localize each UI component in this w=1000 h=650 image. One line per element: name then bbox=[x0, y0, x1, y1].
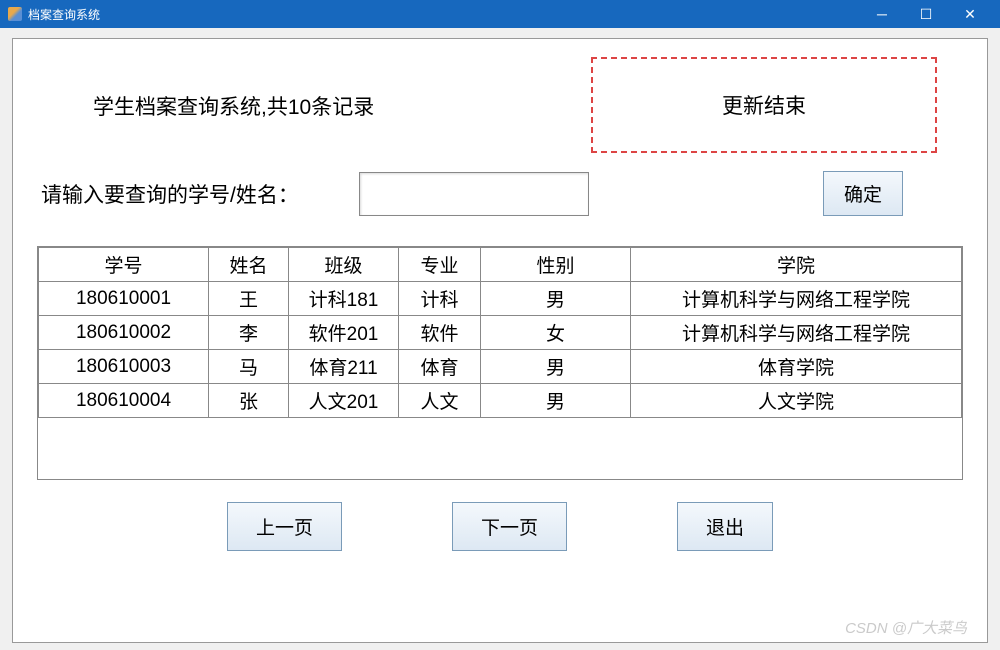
col-gender[interactable]: 性别 bbox=[481, 248, 631, 282]
table-cell: 软件201 bbox=[289, 316, 399, 350]
col-college[interactable]: 学院 bbox=[631, 248, 962, 282]
maximize-button[interactable]: ☐ bbox=[904, 0, 948, 28]
table-cell: 李 bbox=[209, 316, 289, 350]
window-title: 档案查询系统 bbox=[28, 6, 100, 23]
table-cell: 体育 bbox=[399, 350, 481, 384]
table-cell: 180610003 bbox=[39, 350, 209, 384]
table-cell: 计科 bbox=[399, 282, 481, 316]
confirm-button[interactable]: 确定 bbox=[823, 171, 903, 216]
table-cell: 人文学院 bbox=[631, 384, 962, 418]
watermark: CSDN @广大菜鸟 bbox=[845, 617, 967, 638]
table-cell: 男 bbox=[481, 384, 631, 418]
table-cell: 180610001 bbox=[39, 282, 209, 316]
window-controls: ─ ☐ ✕ bbox=[860, 0, 992, 28]
col-id[interactable]: 学号 bbox=[39, 248, 209, 282]
page-title: 学生档案查询系统,共10条记录 bbox=[37, 59, 374, 121]
table-cell: 体育学院 bbox=[631, 350, 962, 384]
col-class[interactable]: 班级 bbox=[289, 248, 399, 282]
minimize-button[interactable]: ─ bbox=[860, 0, 904, 28]
table-cell: 180610002 bbox=[39, 316, 209, 350]
table-row[interactable]: 180610002李软件201软件女计算机科学与网络工程学院 bbox=[39, 316, 962, 350]
status-text: 更新结束 bbox=[722, 90, 806, 120]
table-cell: 180610004 bbox=[39, 384, 209, 418]
table-cell: 男 bbox=[481, 350, 631, 384]
table-cell: 人文201 bbox=[289, 384, 399, 418]
exit-button[interactable]: 退出 bbox=[677, 502, 773, 551]
table-cell: 体育211 bbox=[289, 350, 399, 384]
col-major[interactable]: 专业 bbox=[399, 248, 481, 282]
search-label: 请输入要查询的学号/姓名： bbox=[37, 179, 299, 209]
prev-page-button[interactable]: 上一页 bbox=[227, 502, 342, 551]
table-cell: 人文 bbox=[399, 384, 481, 418]
close-button[interactable]: ✕ bbox=[948, 0, 992, 28]
table-row[interactable]: 180610001王计科181计科男计算机科学与网络工程学院 bbox=[39, 282, 962, 316]
table-cell: 软件 bbox=[399, 316, 481, 350]
window-titlebar: 档案查询系统 ─ ☐ ✕ bbox=[0, 0, 1000, 28]
table-cell: 王 bbox=[209, 282, 289, 316]
table-header-row: 学号 姓名 班级 专业 性别 学院 bbox=[39, 248, 962, 282]
table-row[interactable]: 180610004张人文201人文男人文学院 bbox=[39, 384, 962, 418]
table-cell: 计算机科学与网络工程学院 bbox=[631, 316, 962, 350]
table-row[interactable]: 180610003马体育211体育男体育学院 bbox=[39, 350, 962, 384]
search-input[interactable] bbox=[359, 172, 589, 216]
results-table-container[interactable]: 学号 姓名 班级 专业 性别 学院 180610001王计科181计科男计算机科… bbox=[37, 246, 963, 480]
table-cell: 张 bbox=[209, 384, 289, 418]
java-icon bbox=[8, 7, 22, 21]
status-box: 更新结束 bbox=[591, 57, 937, 153]
table-cell: 计算机科学与网络工程学院 bbox=[631, 282, 962, 316]
table-cell: 计科181 bbox=[289, 282, 399, 316]
next-page-button[interactable]: 下一页 bbox=[452, 502, 567, 551]
table-cell: 马 bbox=[209, 350, 289, 384]
table-cell: 女 bbox=[481, 316, 631, 350]
col-name[interactable]: 姓名 bbox=[209, 248, 289, 282]
table-cell: 男 bbox=[481, 282, 631, 316]
results-table: 学号 姓名 班级 专业 性别 学院 180610001王计科181计科男计算机科… bbox=[38, 247, 962, 418]
